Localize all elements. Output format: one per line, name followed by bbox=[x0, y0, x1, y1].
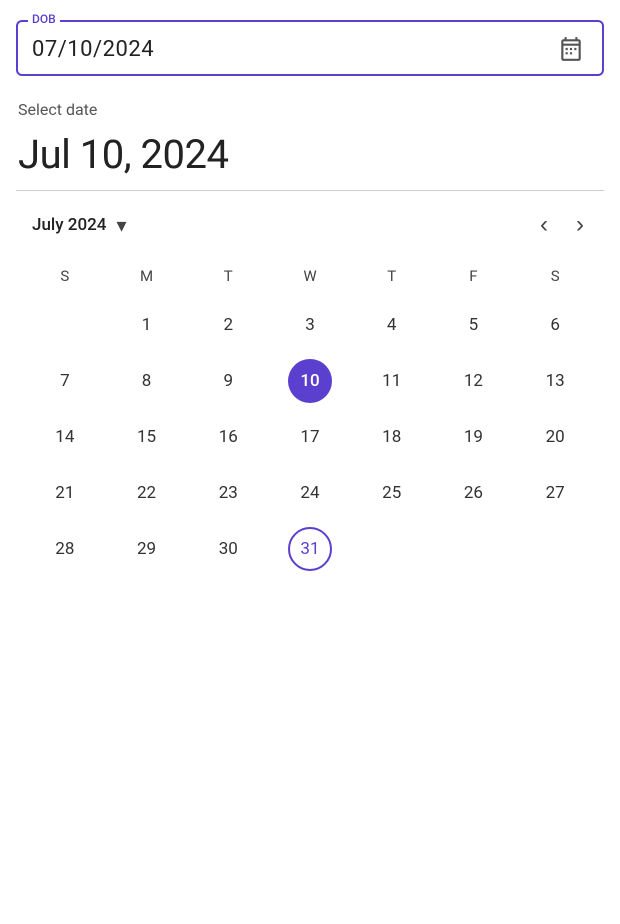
next-month-button[interactable]: › bbox=[572, 207, 588, 243]
day-header-f: F bbox=[433, 261, 515, 291]
calendar-day[interactable]: 1 bbox=[106, 299, 188, 351]
prev-month-button[interactable]: ‹ bbox=[536, 207, 552, 243]
calendar-day[interactable]: 4 bbox=[351, 299, 433, 351]
calendar-toggle-button[interactable] bbox=[554, 32, 588, 66]
calendar-day[interactable]: 20 bbox=[514, 411, 596, 463]
calendar-day[interactable]: 26 bbox=[433, 467, 515, 519]
selected-date-display: Jul 10, 2024 bbox=[16, 131, 604, 178]
day-header-s2: S bbox=[514, 261, 596, 291]
calendar-day[interactable]: 29 bbox=[106, 523, 188, 575]
calendar-day[interactable]: 9 bbox=[187, 355, 269, 407]
calendar-day[interactable]: 12 bbox=[433, 355, 515, 407]
calendar-day[interactable]: 7 bbox=[24, 355, 106, 407]
calendar-week: 78910111213 bbox=[24, 355, 596, 407]
calendar-day[interactable]: 11 bbox=[351, 355, 433, 407]
calendar-grid: S M T W T F S 12345678910111213141516171… bbox=[16, 261, 604, 575]
calendar-week: 14151617181920 bbox=[24, 411, 596, 463]
calendar-day bbox=[24, 299, 106, 351]
calendar-day bbox=[351, 523, 433, 575]
calendar-weeks: 1234567891011121314151617181920212223242… bbox=[24, 299, 596, 575]
day-header-m: M bbox=[106, 261, 188, 291]
day-headers: S M T W T F S bbox=[24, 261, 596, 291]
calendar-icon bbox=[558, 36, 584, 62]
calendar-day[interactable]: 21 bbox=[24, 467, 106, 519]
calendar-day[interactable]: 19 bbox=[433, 411, 515, 463]
month-year-label: July 2024 bbox=[32, 215, 106, 235]
calendar-day[interactable]: 31 bbox=[269, 523, 351, 575]
calendar-day[interactable]: 3 bbox=[269, 299, 351, 351]
calendar-day[interactable]: 27 bbox=[514, 467, 596, 519]
day-header-t1: T bbox=[187, 261, 269, 291]
calendar-day[interactable]: 6 bbox=[514, 299, 596, 351]
calendar-day[interactable]: 13 bbox=[514, 355, 596, 407]
calendar-day[interactable]: 18 bbox=[351, 411, 433, 463]
calendar-day[interactable]: 2 bbox=[187, 299, 269, 351]
calendar-day[interactable]: 15 bbox=[106, 411, 188, 463]
day-header-s1: S bbox=[24, 261, 106, 291]
calendar-day[interactable]: 25 bbox=[351, 467, 433, 519]
dob-input-row: 07/10/2024 bbox=[32, 32, 588, 66]
dob-field: DOB 07/10/2024 bbox=[16, 20, 604, 76]
calendar-day[interactable]: 23 bbox=[187, 467, 269, 519]
dob-value: 07/10/2024 bbox=[32, 37, 154, 62]
month-nav: July 2024 ▾ ‹ › bbox=[16, 207, 604, 243]
calendar-day[interactable]: 10 bbox=[269, 355, 351, 407]
calendar-day[interactable]: 30 bbox=[187, 523, 269, 575]
day-header-t2: T bbox=[351, 261, 433, 291]
page-container: DOB 07/10/2024 Select date Jul 10, 2024 … bbox=[0, 0, 620, 595]
calendar-day[interactable]: 16 bbox=[187, 411, 269, 463]
calendar-day[interactable]: 8 bbox=[106, 355, 188, 407]
calendar-day bbox=[433, 523, 515, 575]
day-header-w: W bbox=[269, 261, 351, 291]
calendar-day bbox=[514, 523, 596, 575]
calendar-day[interactable]: 24 bbox=[269, 467, 351, 519]
month-dropdown-button[interactable]: ▾ bbox=[112, 209, 130, 242]
nav-arrows: ‹ › bbox=[536, 207, 588, 243]
calendar-week: 28293031 bbox=[24, 523, 596, 575]
select-date-label: Select date bbox=[16, 100, 604, 119]
calendar-day[interactable]: 5 bbox=[433, 299, 515, 351]
calendar-day[interactable]: 17 bbox=[269, 411, 351, 463]
calendar-day[interactable]: 28 bbox=[24, 523, 106, 575]
divider bbox=[16, 190, 604, 191]
dob-label: DOB bbox=[28, 12, 60, 26]
calendar-week: 21222324252627 bbox=[24, 467, 596, 519]
calendar-day[interactable]: 14 bbox=[24, 411, 106, 463]
calendar-week: 123456 bbox=[24, 299, 596, 351]
month-nav-left: July 2024 ▾ bbox=[32, 209, 130, 242]
calendar-day[interactable]: 22 bbox=[106, 467, 188, 519]
